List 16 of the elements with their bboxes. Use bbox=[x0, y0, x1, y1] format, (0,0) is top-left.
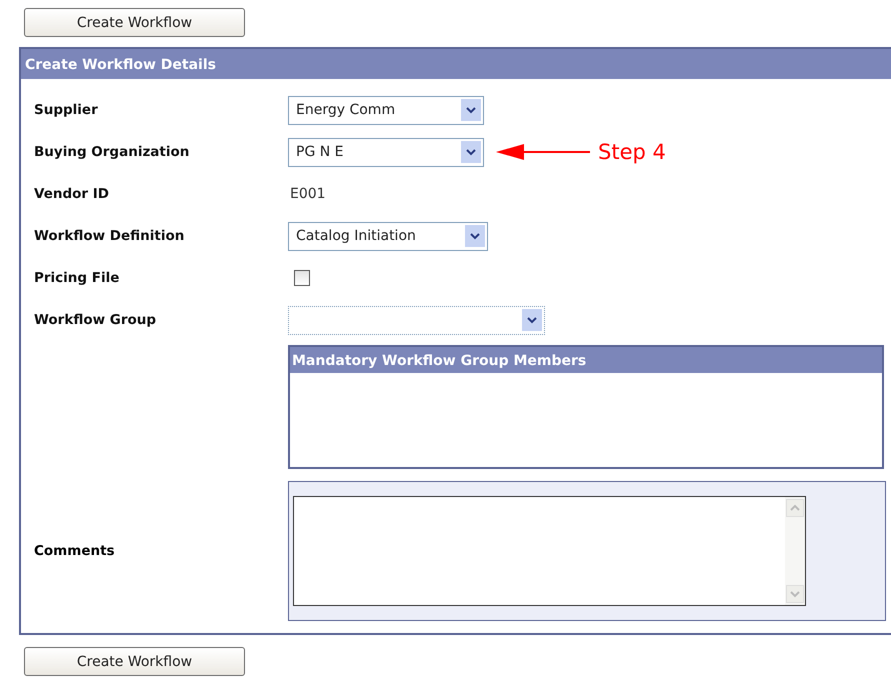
create-workflow-button[interactable]: Create Workflow bbox=[24, 8, 245, 37]
create-workflow-button[interactable]: Create Workflow bbox=[24, 647, 245, 676]
dropdown[interactable]: PG N E bbox=[288, 138, 484, 166]
field-label: Supplier bbox=[34, 102, 99, 118]
field-label: Comments bbox=[34, 543, 116, 559]
annotation-label: Step 4 bbox=[598, 140, 666, 164]
field-label: Buying Organization bbox=[34, 144, 190, 160]
dropdown[interactable]: Catalog Initiation bbox=[288, 222, 488, 250]
dropdown[interactable]: Energy Comm bbox=[288, 96, 484, 124]
list-title: Mandatory Workflow Group Members bbox=[290, 347, 882, 373]
field-label: Pricing File bbox=[34, 270, 120, 286]
field-value: E001 bbox=[289, 186, 326, 202]
field-label: Workflow Group bbox=[34, 312, 158, 328]
field-label: Vendor ID bbox=[34, 186, 110, 202]
panel-title: Create Workflow Details bbox=[21, 49, 891, 79]
field-label: Workflow Definition bbox=[34, 228, 186, 244]
